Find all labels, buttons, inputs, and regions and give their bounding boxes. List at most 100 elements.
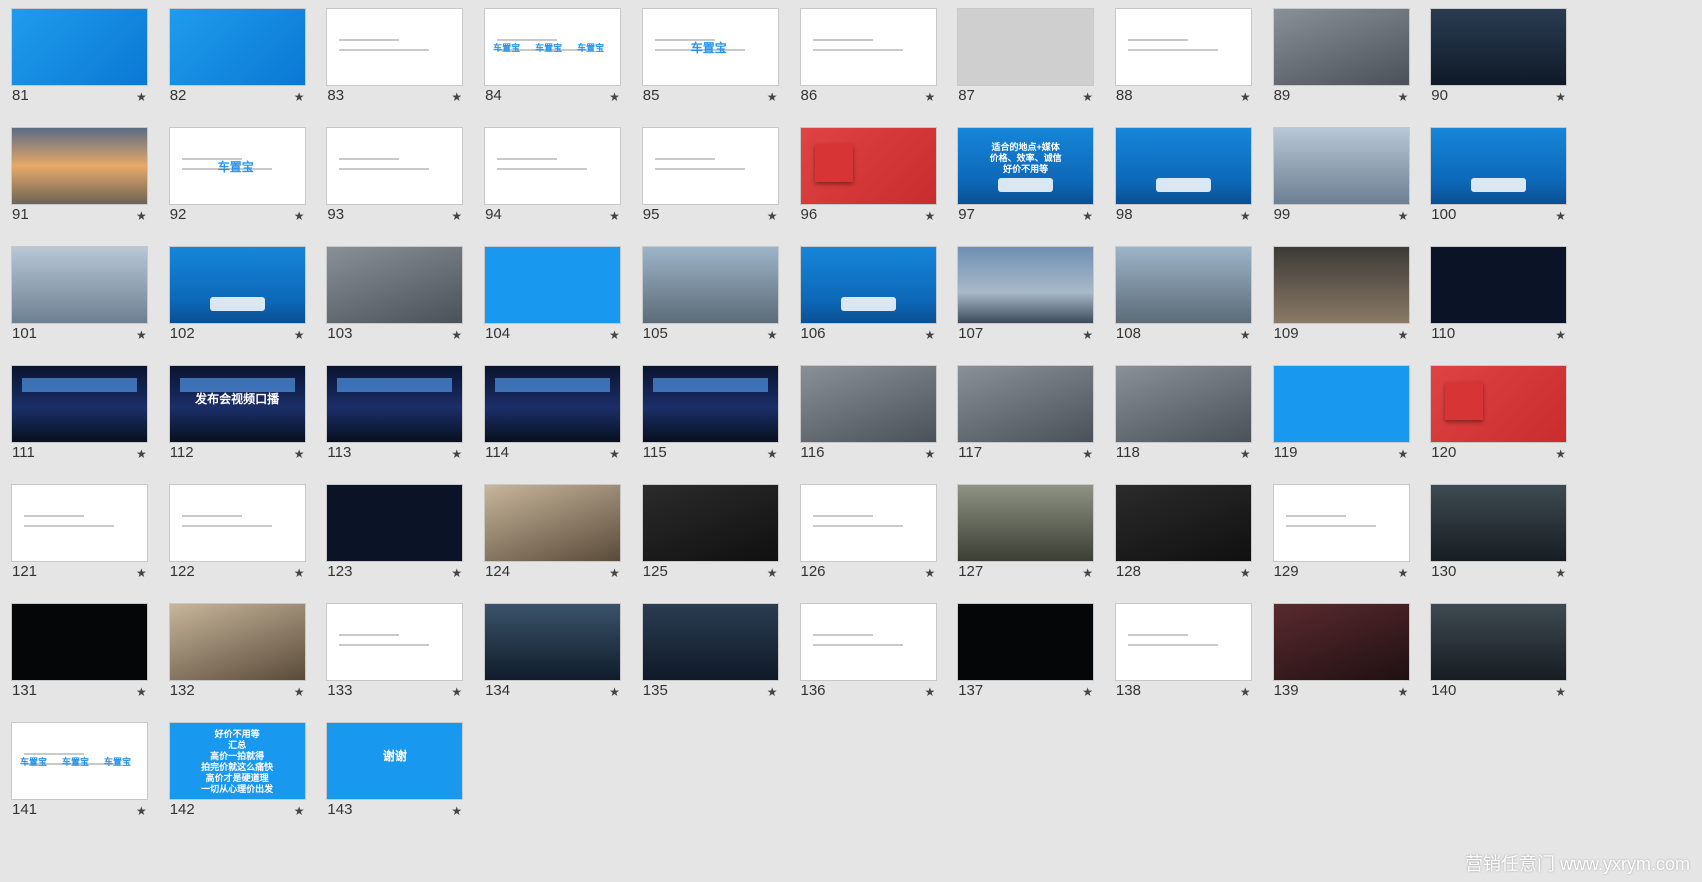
- slide-thumbnail-142[interactable]: 好价不用等 汇总 高价一拍就得 拍完价就这么痛快 高价才是硬道理 一切从心理价出发 142 ★: [158, 714, 330, 832]
- slide-preview[interactable]: [327, 485, 463, 561]
- slide-preview[interactable]: [1273, 366, 1409, 442]
- slide-preview[interactable]: [1115, 9, 1251, 85]
- slide-preview[interactable]: [169, 9, 305, 85]
- slide-preview[interactable]: [800, 604, 936, 680]
- slide-thumbnail-103[interactable]: 103 ★: [315, 238, 487, 356]
- slide-preview[interactable]: [800, 128, 936, 204]
- slide-thumbnail-104[interactable]: 104 ★: [473, 238, 645, 356]
- slide-preview[interactable]: [1115, 247, 1251, 323]
- slide-thumbnail-86[interactable]: 86 ★: [789, 0, 961, 118]
- slide-thumbnail-122[interactable]: 122 ★: [158, 476, 330, 594]
- slide-thumbnail-87[interactable]: 87 ★: [946, 0, 1118, 118]
- slide-preview[interactable]: [800, 485, 936, 561]
- slide-thumbnail-94[interactable]: 94 ★: [473, 119, 645, 237]
- slide-preview[interactable]: [327, 366, 463, 442]
- slide-thumbnail-111[interactable]: 111 ★: [0, 357, 172, 475]
- slide-thumbnail-100[interactable]: 100 ★: [1419, 119, 1591, 237]
- slide-preview[interactable]: 好价不用等 汇总 高价一拍就得 拍完价就这么痛快 高价才是硬道理 一切从心理价出发: [169, 723, 305, 799]
- slide-thumbnail-132[interactable]: 132 ★: [158, 595, 330, 713]
- slide-thumbnail-90[interactable]: 90 ★: [1419, 0, 1591, 118]
- slide-preview[interactable]: [958, 247, 1094, 323]
- slide-preview[interactable]: [12, 247, 147, 323]
- slide-preview[interactable]: [1431, 604, 1567, 680]
- slide-thumbnail-102[interactable]: 102 ★: [158, 238, 330, 356]
- slide-thumbnail-84[interactable]: 车置宝 车置宝 车置宝 84 ★: [473, 0, 645, 118]
- slide-preview[interactable]: [1431, 9, 1567, 85]
- slide-thumbnail-128[interactable]: 128 ★: [1104, 476, 1276, 594]
- slide-thumbnail-139[interactable]: 139 ★: [1262, 595, 1434, 713]
- slide-thumbnail-81[interactable]: 81 ★: [0, 0, 172, 118]
- slide-thumbnail-138[interactable]: 138 ★: [1104, 595, 1276, 713]
- slide-thumbnail-136[interactable]: 136 ★: [789, 595, 961, 713]
- slide-thumbnail-96[interactable]: 96 ★: [789, 119, 961, 237]
- slide-thumbnail-129[interactable]: 129 ★: [1262, 476, 1434, 594]
- slide-preview[interactable]: [642, 366, 778, 442]
- slide-thumbnail-125[interactable]: 125 ★: [631, 476, 803, 594]
- slide-preview[interactable]: [958, 485, 1094, 561]
- slide-preview[interactable]: [12, 485, 147, 561]
- slide-preview[interactable]: [327, 604, 463, 680]
- slide-preview[interactable]: [642, 485, 778, 561]
- slide-thumbnail-82[interactable]: 82 ★: [158, 0, 330, 118]
- slide-thumbnail-141[interactable]: 车置宝 车置宝 车置宝 141 ★: [0, 714, 172, 832]
- slide-thumbnail-85[interactable]: 车置宝 85 ★: [631, 0, 803, 118]
- slide-thumbnail-137[interactable]: 137 ★: [946, 595, 1118, 713]
- slide-preview[interactable]: [12, 128, 147, 204]
- slide-preview[interactable]: [12, 366, 147, 442]
- slide-preview[interactable]: [1431, 366, 1567, 442]
- slide-preview[interactable]: [642, 247, 778, 323]
- slide-preview[interactable]: [485, 128, 621, 204]
- slide-thumbnail-98[interactable]: 98 ★: [1104, 119, 1276, 237]
- slide-preview[interactable]: [958, 9, 1094, 85]
- slide-preview[interactable]: [1115, 604, 1251, 680]
- slide-preview[interactable]: 车置宝 车置宝 车置宝: [12, 723, 147, 799]
- slide-preview[interactable]: [169, 247, 305, 323]
- slide-preview[interactable]: [1273, 247, 1409, 323]
- slide-preview[interactable]: [327, 9, 463, 85]
- slide-thumbnail-89[interactable]: 89 ★: [1262, 0, 1434, 118]
- slide-preview[interactable]: [485, 485, 621, 561]
- slide-thumbnail-112[interactable]: 发布会视频口播 112 ★: [158, 357, 330, 475]
- slide-preview[interactable]: [327, 128, 463, 204]
- slide-preview[interactable]: [485, 247, 621, 323]
- slide-preview[interactable]: [169, 604, 305, 680]
- slide-thumbnail-143[interactable]: 谢谢 143 ★: [315, 714, 487, 832]
- slide-preview[interactable]: [800, 9, 936, 85]
- slide-thumbnail-109[interactable]: 109 ★: [1262, 238, 1434, 356]
- slide-thumbnail-93[interactable]: 93 ★: [315, 119, 487, 237]
- slide-thumbnail-124[interactable]: 124 ★: [473, 476, 645, 594]
- slide-preview[interactable]: [642, 128, 778, 204]
- slide-thumbnail-140[interactable]: 140 ★: [1419, 595, 1591, 713]
- slide-preview[interactable]: [800, 247, 936, 323]
- slide-preview[interactable]: 发布会视频口播: [169, 366, 305, 442]
- slide-preview[interactable]: [800, 366, 936, 442]
- slide-preview[interactable]: 谢谢: [327, 723, 463, 799]
- slide-thumbnail-127[interactable]: 127 ★: [946, 476, 1118, 594]
- slide-preview[interactable]: [12, 604, 147, 680]
- slide-thumbnail-108[interactable]: 108 ★: [1104, 238, 1276, 356]
- slide-thumbnail-114[interactable]: 114 ★: [473, 357, 645, 475]
- slide-thumbnail-99[interactable]: 99 ★: [1262, 119, 1434, 237]
- slide-preview[interactable]: [1115, 128, 1251, 204]
- slide-preview[interactable]: [485, 604, 621, 680]
- slide-preview[interactable]: [1115, 485, 1251, 561]
- slide-thumbnail-97[interactable]: 适合的地点+媒体 价格、效率、诚信 好价不用等 97 ★: [946, 119, 1118, 237]
- slide-thumbnail-101[interactable]: 101 ★: [0, 238, 172, 356]
- slide-preview[interactable]: 车置宝 车置宝 车置宝: [485, 9, 621, 85]
- slide-thumbnail-113[interactable]: 113 ★: [315, 357, 487, 475]
- slide-preview[interactable]: [12, 9, 147, 85]
- slide-preview[interactable]: [169, 485, 305, 561]
- slide-preview[interactable]: [1431, 128, 1567, 204]
- slide-thumbnail-91[interactable]: 91 ★: [0, 119, 172, 237]
- slide-preview[interactable]: [485, 366, 621, 442]
- slide-preview[interactable]: 车置宝: [169, 128, 305, 204]
- slide-preview[interactable]: [1273, 485, 1409, 561]
- slide-preview[interactable]: [1273, 128, 1409, 204]
- slide-preview[interactable]: [1431, 247, 1567, 323]
- slide-thumbnail-105[interactable]: 105 ★: [631, 238, 803, 356]
- slide-thumbnail-92[interactable]: 车置宝 92 ★: [158, 119, 330, 237]
- slide-thumbnail-134[interactable]: 134 ★: [473, 595, 645, 713]
- slide-preview[interactable]: [1273, 9, 1409, 85]
- slide-thumbnail-119[interactable]: 119 ★: [1262, 357, 1434, 475]
- slide-thumbnail-121[interactable]: 121 ★: [0, 476, 172, 594]
